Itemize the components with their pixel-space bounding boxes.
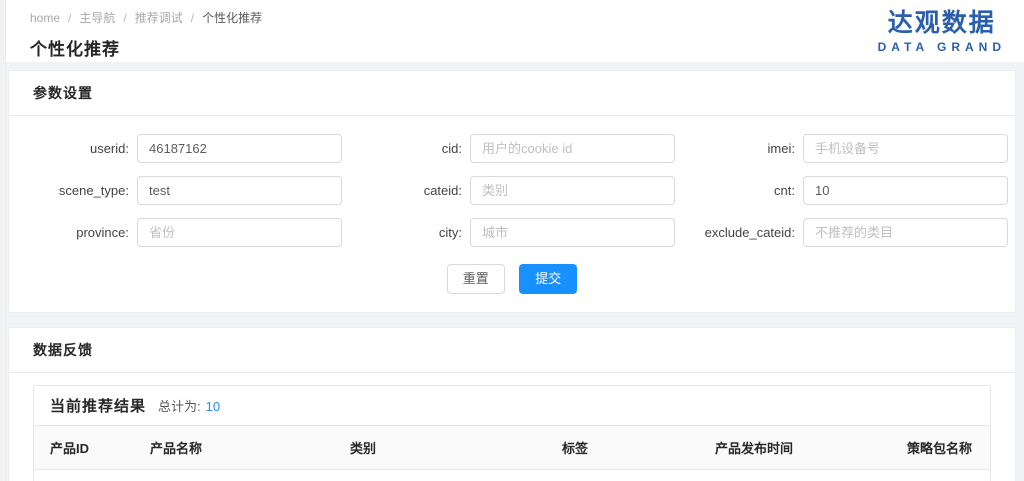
form-item-exclude-cateid: exclude_cateid: <box>675 218 1008 247</box>
breadcrumb-main-nav[interactable]: 主导航 <box>79 11 115 25</box>
cnt-input[interactable] <box>803 176 1008 205</box>
exclude-cateid-label: exclude_cateid: <box>675 225 803 240</box>
exclude-cateid-input[interactable] <box>803 218 1008 247</box>
form-item-imei: imei: <box>675 134 1008 163</box>
breadcrumb-home[interactable]: home <box>30 11 60 25</box>
cid-input[interactable] <box>470 134 675 163</box>
results-title: 当前推荐结果 <box>50 395 146 416</box>
cell-tag: 玄幻仙侠 <box>546 470 699 481</box>
logo-name: 达观数据 <box>878 8 1006 38</box>
results-table: 产品ID 产品名称 类别 标签 产品发布时间 策略包名称 2406077 云山瞰 <box>34 426 990 481</box>
header-category: 类别 <box>334 426 546 470</box>
header-tag: 标签 <box>546 426 699 470</box>
reset-button[interactable]: 重置 <box>447 264 505 294</box>
form-item-scene-type: scene_type: <box>9 176 342 205</box>
results-total-label: 总计为: <box>158 396 201 415</box>
cateid-label: cateid: <box>342 183 470 198</box>
breadcrumb: home / 主导航 / 推荐调试 / 个性化推荐 <box>30 9 1000 26</box>
submit-button[interactable]: 提交 <box>519 264 577 294</box>
page-title: 个性化推荐 <box>30 35 1000 60</box>
header-product-id: 产品ID <box>34 426 134 470</box>
breadcrumb-current: 个性化推荐 <box>202 11 262 25</box>
scene-type-label: scene_type: <box>9 183 137 198</box>
userid-input[interactable] <box>137 134 342 163</box>
results-total-value: 10 <box>206 399 220 414</box>
breadcrumb-recommend-debug[interactable]: 推荐调试 <box>135 11 183 25</box>
province-label: province: <box>9 225 137 240</box>
form-item-cateid: cateid: <box>342 176 675 205</box>
imei-input[interactable] <box>803 134 1008 163</box>
cell-product-id: 2406077 <box>34 470 134 481</box>
form-buttons: 重置 提交 <box>9 260 1015 312</box>
cateid-input[interactable] <box>470 176 675 205</box>
form-item-cnt: cnt: <box>675 176 1008 205</box>
params-form: userid: cid: imei: scene_type: cateid: c… <box>9 116 1015 260</box>
cell-strategy-package: 3_ <box>891 470 990 481</box>
logo-subtitle: DATA GRAND <box>878 40 1006 54</box>
header-product-name: 产品名称 <box>134 426 334 470</box>
city-input[interactable] <box>470 218 675 247</box>
form-item-userid: userid: <box>9 134 342 163</box>
results-card: 当前推荐结果 总计为: 10 产品ID 产品名称 类别 标签 产品发布时间 策略… <box>33 385 991 481</box>
userid-label: userid: <box>9 141 137 156</box>
cid-label: cid: <box>342 141 470 156</box>
cnt-label: cnt: <box>675 183 803 198</box>
scene-type-input[interactable] <box>137 176 342 205</box>
feedback-card-title: 数据反馈 <box>9 328 1015 373</box>
collapsed-sidebar-strip <box>0 0 6 481</box>
breadcrumb-separator: / <box>68 11 71 25</box>
breadcrumb-separator: / <box>123 11 126 25</box>
form-item-city: city: <box>342 218 675 247</box>
table-header-row: 产品ID 产品名称 类别 标签 产品发布时间 策略包名称 <box>34 426 990 470</box>
results-card-header: 当前推荐结果 总计为: 10 <box>34 386 990 426</box>
header-strategy-package: 策略包名称 <box>891 426 990 470</box>
cell-category: W_仙侠奇缘_玄幻仙侠 <box>334 470 546 481</box>
params-card-title: 参数设置 <box>9 71 1015 116</box>
header-publish-time: 产品发布时间 <box>699 426 891 470</box>
feedback-card-body: 当前推荐结果 总计为: 10 产品ID 产品名称 类别 标签 产品发布时间 策略… <box>9 373 1015 481</box>
breadcrumb-separator: / <box>191 11 194 25</box>
params-card: 参数设置 userid: cid: imei: scene_type: cate… <box>8 70 1016 313</box>
page-header: home / 主导航 / 推荐调试 / 个性化推荐 个性化推荐 达观数据 DATA GRAN… <box>0 0 1024 62</box>
imei-label: imei: <box>675 141 803 156</box>
table-row: 2406077 云山瞰 W_仙侠奇缘_玄幻仙侠 玄幻仙侠 2019-04-18 … <box>34 470 990 481</box>
cell-product-name: 云山瞰 <box>134 470 334 481</box>
province-input[interactable] <box>137 218 342 247</box>
form-item-cid: cid: <box>342 134 675 163</box>
feedback-card: 数据反馈 当前推荐结果 总计为: 10 产品ID 产品名称 类别 标签 产 <box>8 327 1016 481</box>
cell-publish-time: 2019-04-18 14:04:03 <box>699 470 891 481</box>
datagrand-logo: 达观数据 DATA GRAND <box>878 8 1006 54</box>
content-area: 参数设置 userid: cid: imei: scene_type: cate… <box>0 62 1024 481</box>
form-item-province: province: <box>9 218 342 247</box>
city-label: city: <box>342 225 470 240</box>
